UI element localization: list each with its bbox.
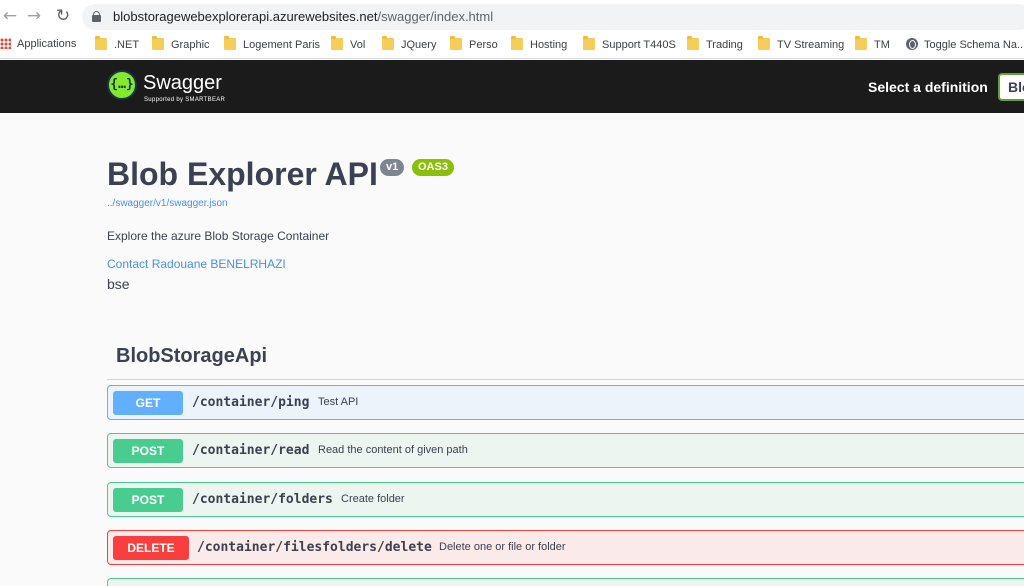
operation-path: /container/read [192,443,309,458]
lock-icon[interactable] [92,11,101,22]
bookmark-jquery[interactable]: JQuery [382,38,436,54]
tag-section-title[interactable]: BlobStorageApi [116,345,267,368]
swagger-logo-icon[interactable]: {…} [107,70,137,100]
back-arrow-icon[interactable]: ← [0,6,20,26]
operation-delete-filesfolders[interactable]: DELETE /container/filesfolders/delete De… [107,530,1024,565]
version-badge: v1 [380,159,404,176]
operation-path: /container/filesfolders/delete [197,540,432,555]
bookmark-label: TM [874,39,890,51]
method-badge: DELETE [113,536,189,560]
folder-icon [687,38,699,50]
method-badge: POST [113,488,183,512]
bookmark-tm[interactable]: TM [855,38,890,54]
bookmark-support-t440s[interactable]: Support T440S [583,38,676,54]
section-divider [107,379,1024,380]
bookmark-label: Graphic [171,39,210,51]
api-description: Explore the azure Blob Storage Container [107,229,329,243]
definition-select[interactable]: Blob [998,73,1024,101]
folder-icon [855,38,867,50]
folder-icon [382,38,394,50]
brand-subtitle: Supported by SMARTBEAR [144,97,225,103]
bookmark-trading[interactable]: Trading [687,38,743,54]
operation-summary: Test API [318,396,358,408]
operation-path: /container/folders [192,492,333,507]
bookmark-toggle-schema[interactable]: Toggle Schema Na... [906,38,1024,54]
folder-icon [95,38,107,50]
license-text: bse [107,276,130,292]
address-bar[interactable]: blobstoragewebexplorerapi.azurewebsites.… [82,4,1024,30]
bookmark-label: Applications [17,38,76,50]
swagger-topbar: {…} Swagger Supported by SMARTBEAR Selec… [0,60,1024,113]
bookmark-label: Support T440S [602,39,676,51]
bookmark-graphic[interactable]: Graphic [152,38,210,54]
bookmark-applications[interactable]: Applications [0,38,76,54]
url-path: /swagger/index.html [378,9,494,24]
url-text[interactable]: blobstoragewebexplorerapi.azurewebsites.… [113,9,493,24]
bookmark-vol[interactable]: Vol [331,38,365,54]
reload-icon[interactable]: ↻ [53,6,73,26]
bookmark-label: TV Streaming [777,39,844,51]
bookmark-label: Perso [469,39,498,51]
folder-icon [511,38,523,50]
folder-icon [758,38,770,50]
globe-icon [906,38,918,50]
bookmark-label: Trading [706,39,743,51]
operation-summary: Delete one or file or folder [439,541,566,553]
bookmark-dotnet[interactable]: .NET [95,38,139,54]
spec-json-link[interactable]: ../swagger/v1/swagger.json [107,198,228,209]
method-badge: POST [113,439,183,463]
operation-post-read[interactable]: POST /container/read Read the content of… [107,433,1024,468]
bookmark-label: Toggle Schema Na... [924,39,1024,51]
bookmark-label: .NET [114,39,139,51]
folder-icon [331,38,343,50]
bookmark-hosting[interactable]: Hosting [511,38,567,54]
folder-icon [583,38,595,50]
brand-name[interactable]: Swagger [143,72,222,95]
url-host: blobstoragewebexplorerapi.azurewebsites.… [113,9,378,24]
select-definition-label: Select a definition [868,79,988,95]
api-title: Blob Explorer API [107,156,378,193]
bookmark-label: Hosting [530,39,567,51]
bookmark-logement-paris[interactable]: Logement Paris [224,38,320,54]
operation-summary: Read the content of given path [318,444,468,456]
method-badge: GET [113,391,183,415]
operation-post-folders[interactable]: POST /container/folders Create folder [107,482,1024,517]
bookmark-label: JQuery [401,39,436,51]
browser-toolbar: ← → ↻ blobstoragewebexplorerapi.azureweb… [0,0,1024,33]
apps-grid-icon [0,38,11,49]
bookmark-perso[interactable]: Perso [450,38,498,54]
folder-icon [152,38,164,50]
operation-get-ping[interactable]: GET /container/ping Test API [107,385,1024,420]
bookmark-label: Logement Paris [243,39,320,51]
folder-icon [224,38,236,50]
operation-summary: Create folder [341,493,405,505]
operation-path: /container/ping [192,395,309,410]
forward-arrow-icon[interactable]: → [24,6,44,26]
bookmark-label: Vol [350,39,365,51]
oas-badge: OAS3 [412,159,454,176]
contact-link[interactable]: Contact Radouane BENELRHAZI [107,257,286,271]
bookmarks-bar: Applications .NET Graphic Logement Paris… [0,33,1024,59]
bookmark-tv-streaming[interactable]: TV Streaming [758,38,844,54]
folder-icon [450,38,462,50]
